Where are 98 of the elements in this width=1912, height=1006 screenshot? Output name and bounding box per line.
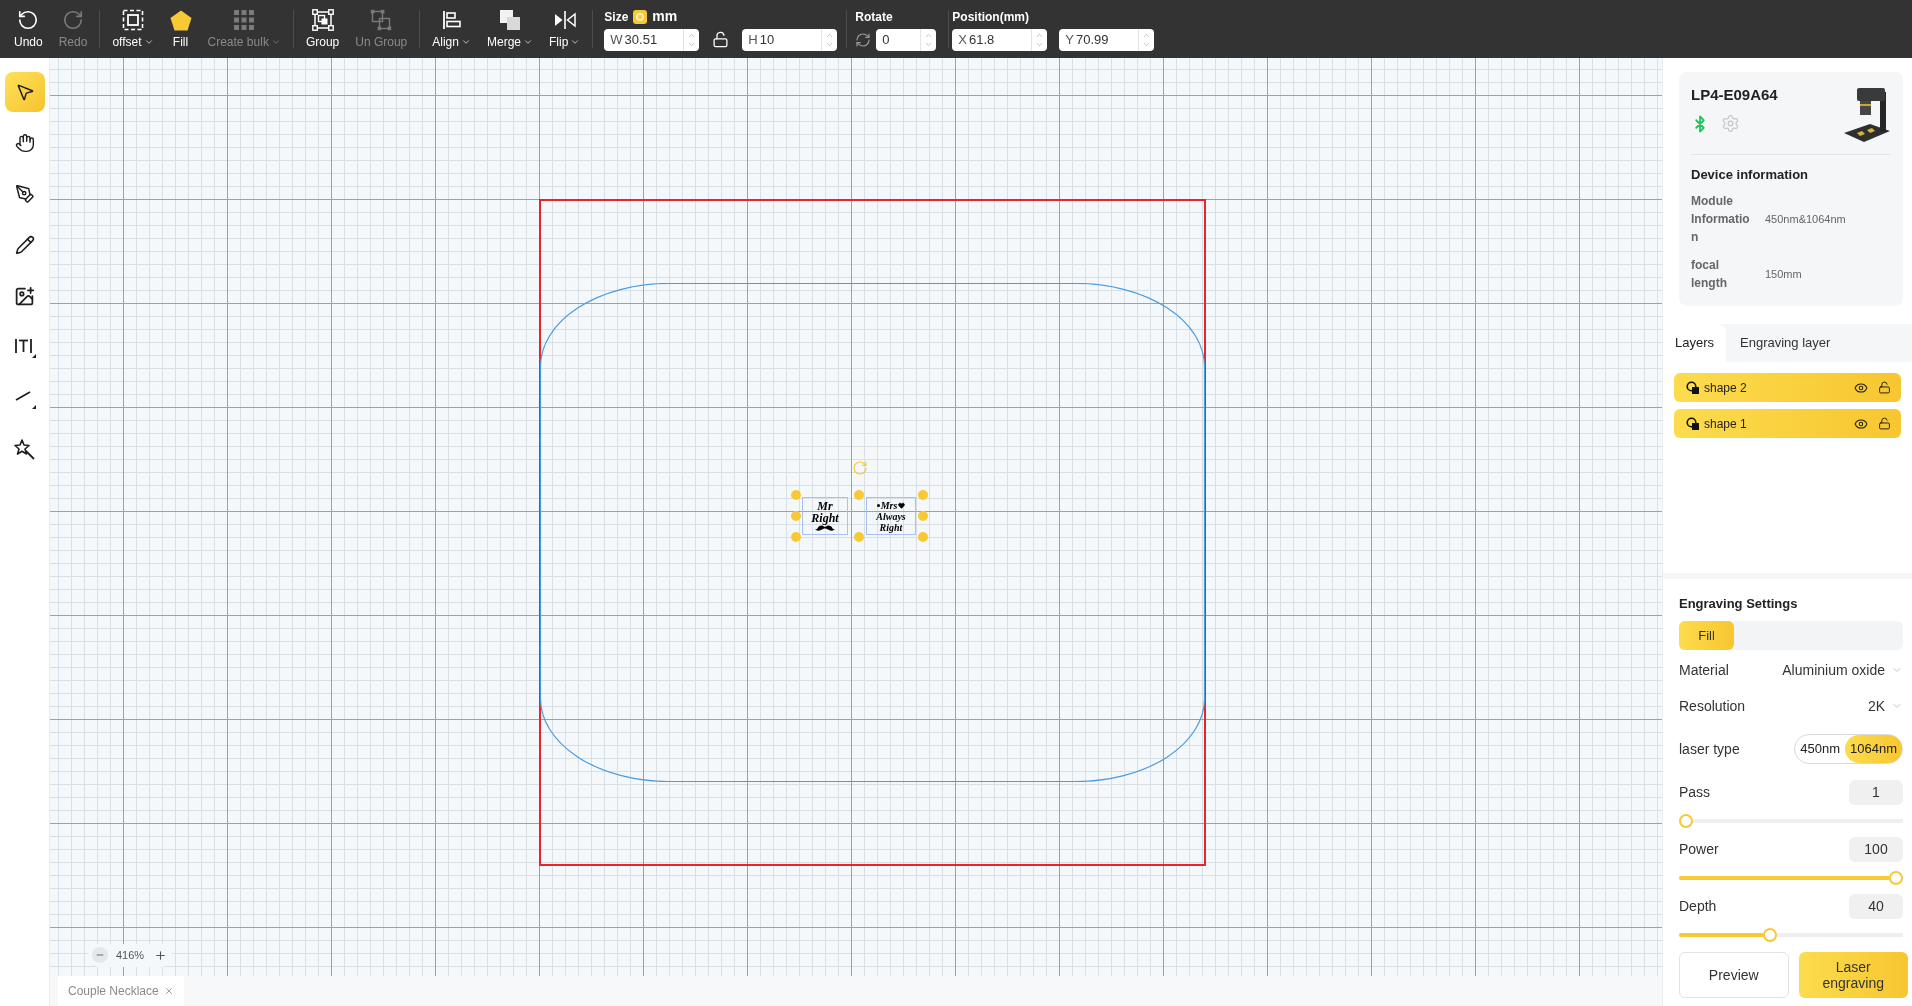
script-text: Mrs <box>880 499 898 511</box>
section-title: Device information <box>1691 166 1810 184</box>
text-design[interactable]: Mr Right <box>802 497 848 535</box>
eye-icon[interactable] <box>1854 416 1868 431</box>
hand-icon <box>14 133 35 153</box>
shape-icon <box>1686 381 1699 394</box>
field-label: Power <box>1679 840 1719 859</box>
resize-handle[interactable] <box>918 532 928 542</box>
script-text: Mr <box>817 500 833 512</box>
flip-button[interactable]: Flip <box>541 2 589 56</box>
field-label: Pass <box>1679 783 1711 802</box>
rotate-handle-icon[interactable] <box>852 460 868 476</box>
align-left-icon <box>441 10 462 30</box>
redo-icon <box>62 9 85 31</box>
flip-icon <box>553 10 576 30</box>
pencil-icon <box>14 235 35 255</box>
unit-checkbox[interactable] <box>633 9 648 24</box>
laser-option[interactable]: 450nm <box>1795 735 1845 763</box>
unlock-icon[interactable] <box>1878 381 1891 394</box>
unit-label: mm <box>652 7 678 26</box>
resize-handle[interactable] <box>791 490 801 500</box>
x-position-field[interactable]: X61.8 <box>952 28 1048 51</box>
device-name: LP4-E09A64 <box>1691 86 1778 104</box>
y-position-field[interactable]: Y70.99 <box>1059 28 1155 51</box>
group-icon <box>311 9 334 31</box>
info-label: focal length <box>1691 257 1728 292</box>
laser-option[interactable]: 1064nm <box>1845 735 1902 763</box>
info-value: 150mm <box>1765 266 1803 282</box>
pen-icon <box>14 184 35 204</box>
script-text: Right <box>811 512 839 524</box>
rotate-field[interactable]: 0 <box>876 28 937 51</box>
value-field[interactable]: 100 <box>1849 837 1903 862</box>
position-label: Position(mm) <box>952 8 1029 26</box>
undo-icon <box>17 9 40 31</box>
field-label: Resolution <box>1679 696 1746 716</box>
star-wand-icon <box>14 438 35 460</box>
panel-tab[interactable]: Layers <box>1663 324 1727 362</box>
unlock-icon[interactable] <box>1878 417 1891 430</box>
group-button[interactable]: Group <box>297 2 348 56</box>
fill-button[interactable]: Fill <box>161 2 200 56</box>
slider-thumb[interactable] <box>1679 814 1693 828</box>
mode-tab[interactable]: Fill <box>1679 621 1734 650</box>
resize-handle[interactable] <box>791 511 801 521</box>
close-icon[interactable] <box>163 986 174 996</box>
text-tool-icon <box>13 336 36 358</box>
undo-button[interactable]: Undo <box>6 2 51 56</box>
layer-name: shape 2 <box>1704 379 1748 397</box>
eye-icon[interactable] <box>1854 380 1868 395</box>
width-field[interactable]: W30.51 <box>604 28 700 51</box>
ungroup-icon <box>370 9 393 31</box>
resize-handle[interactable] <box>854 490 864 500</box>
layer-row[interactable]: shape 2 <box>1674 373 1901 402</box>
text-design[interactable]: Mrs Always Right <box>866 497 916 535</box>
info-label: Module Information <box>1691 193 1751 246</box>
grid-icon <box>234 10 255 30</box>
layer-row[interactable]: shape 1 <box>1674 409 1901 438</box>
value-field[interactable]: 1 <box>1849 780 1903 805</box>
merge-button[interactable]: Merge <box>478 2 541 56</box>
resize-handle[interactable] <box>791 532 801 542</box>
resolution-select[interactable]: 2K <box>1867 695 1903 717</box>
rotate-icon <box>855 31 872 48</box>
align-button[interactable]: Align <box>424 2 479 56</box>
layer-name: shape 1 <box>1704 415 1748 433</box>
resize-handle[interactable] <box>918 490 928 500</box>
resize-handle[interactable] <box>918 511 928 521</box>
rotate-label: Rotate <box>855 8 893 26</box>
section-title: Engraving Settings <box>1679 595 1799 613</box>
merge-icon <box>498 9 521 31</box>
value-field[interactable]: 40 <box>1849 894 1903 919</box>
resize-handle[interactable] <box>854 532 864 542</box>
shape-icon <box>1686 417 1699 430</box>
slider-thumb[interactable] <box>1763 928 1777 942</box>
material-select[interactable]: Aluminium oxide <box>1782 659 1903 681</box>
engrave-button[interactable]: Laser engraving <box>1798 952 1908 998</box>
field-label: Depth <box>1679 897 1717 916</box>
zoom-level-text: 416% <box>116 948 145 963</box>
zoom-out-button[interactable] <box>92 947 108 964</box>
height-field[interactable]: H 10 <box>742 28 838 51</box>
pentagon-icon <box>169 9 192 31</box>
field-label: Material <box>1679 660 1729 680</box>
mustache-icon <box>815 524 835 532</box>
plus-icon <box>153 948 167 962</box>
slider-thumb[interactable] <box>1889 871 1903 885</box>
script-text: Always <box>876 510 906 522</box>
field-label: laser type <box>1679 739 1740 759</box>
offset-button[interactable]: offset <box>104 2 162 56</box>
document-tab[interactable]: Couple Necklace <box>58 976 184 1006</box>
image-add-icon <box>14 285 35 307</box>
dashed-square-icon <box>121 9 144 31</box>
script-text: Right <box>879 521 903 533</box>
preview-button[interactable]: Preview <box>1679 952 1789 998</box>
heart-icon <box>898 501 906 509</box>
design-canvas[interactable]: Mr Right Mrs Always Right 416% <box>50 58 1662 976</box>
unlock-icon[interactable] <box>712 31 730 48</box>
info-value: 450nm&1064nm <box>1765 211 1847 227</box>
settings-icon[interactable] <box>1721 114 1740 133</box>
select-tool-button[interactable] <box>4 72 45 112</box>
size-label: Size <box>604 8 629 26</box>
